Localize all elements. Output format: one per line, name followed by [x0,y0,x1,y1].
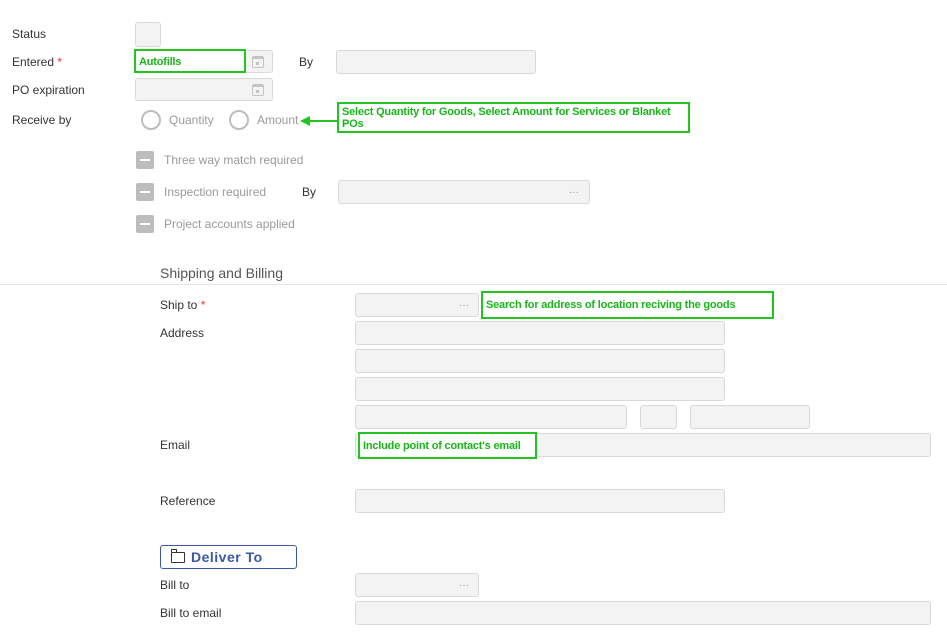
address-line-2[interactable] [355,349,725,373]
section-divider [0,284,947,285]
status-box [135,22,161,47]
quantity-radio-label: Quantity [169,113,214,127]
ellipsis-icon[interactable]: ··· [569,188,579,198]
bill-to-field[interactable]: ··· [355,573,479,597]
autofills-annotation: Autofills [134,49,246,73]
bill-to-label: Bill to [160,578,190,592]
reference-field[interactable] [355,489,725,513]
address-line-1[interactable] [355,321,725,345]
entered-by-label: By [299,55,314,69]
po-expiration-label: PO expiration [12,83,85,97]
ellipsis-icon[interactable]: ··· [459,581,469,591]
project-accounts-checkbox[interactable] [136,215,154,233]
deliver-to-label: Deliver To [191,549,263,565]
city-field[interactable] [355,405,627,429]
email-annotation: Include point of contact's email [358,432,537,459]
three-way-match-label: Three way match required [164,153,304,167]
quantity-radio[interactable] [141,110,161,130]
receive-by-label: Receive by [12,113,72,127]
bill-to-email-field[interactable] [355,601,931,625]
arrow-left-icon [300,116,338,126]
calendar-icon[interactable] [252,84,264,96]
ship-to-label: Ship to * [160,298,205,312]
project-accounts-label: Project accounts applied [164,217,295,231]
required-mark: * [57,55,63,69]
address-line-3[interactable] [355,377,725,401]
bill-to-email-label: Bill to email [160,606,222,620]
inspection-by-label: By [302,185,317,199]
ship-to-label-text: Ship to [160,298,198,312]
entered-by-field[interactable] [336,50,536,74]
shipping-billing-title: Shipping and Billing [160,265,283,281]
address-label: Address [160,326,205,340]
folder-icon [170,549,185,563]
ellipsis-icon[interactable]: ··· [459,301,469,311]
po-expiration-field[interactable] [135,78,273,101]
inspection-required-checkbox[interactable] [136,183,154,201]
ship-to-field[interactable]: ··· [355,293,479,317]
state-field[interactable] [640,405,677,429]
status-label: Status [12,27,47,41]
zip-field[interactable] [690,405,810,429]
receive-by-annotation: Select Quantity for Goods, Select Amount… [337,102,690,133]
amount-radio-label: Amount [257,113,299,127]
three-way-match-checkbox[interactable] [136,151,154,169]
required-mark: * [200,298,206,312]
inspection-by-field[interactable]: ··· [338,180,590,204]
calendar-icon[interactable] [252,56,264,68]
amount-radio[interactable] [229,110,249,130]
reference-label: Reference [160,494,216,508]
ship-to-annotation: Search for address of location reciving … [481,291,774,319]
entered-label: Entered * [12,55,62,69]
inspection-required-label: Inspection required [164,185,267,199]
entered-label-text: Entered [12,55,55,69]
email-label: Email [160,438,191,452]
deliver-to-button[interactable]: Deliver To [160,545,297,569]
